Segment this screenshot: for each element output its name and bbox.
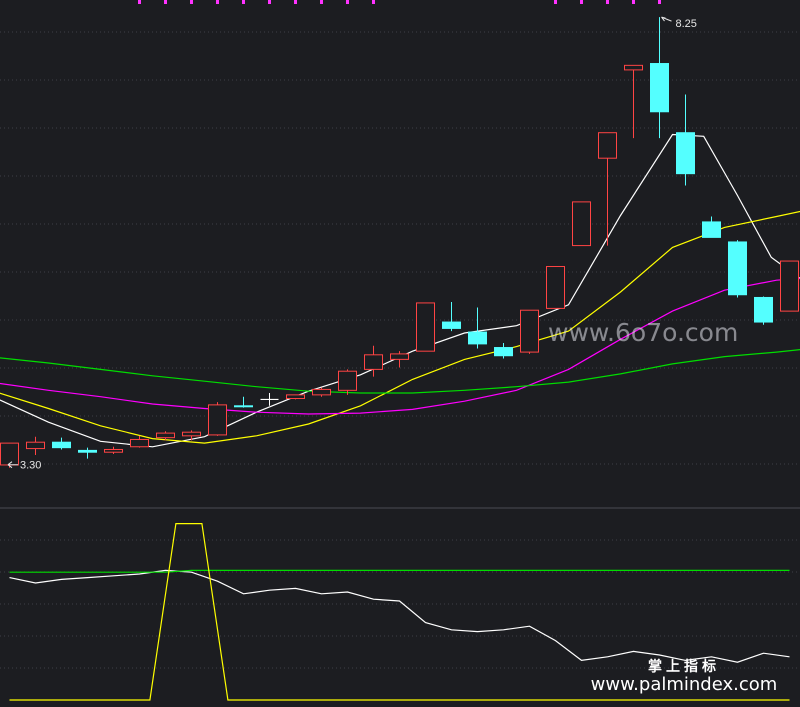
candle-body	[286, 394, 305, 400]
candle-body	[104, 448, 123, 453]
candle	[572, 201, 591, 247]
candle	[416, 302, 435, 352]
candle-body	[182, 431, 201, 437]
candle-body	[338, 370, 357, 391]
high-price-label: 8.25	[676, 18, 697, 30]
candle	[520, 309, 539, 354]
candle	[286, 394, 305, 400]
candle-body	[598, 132, 617, 159]
candle-body	[520, 309, 539, 353]
candle	[780, 260, 799, 312]
candle	[208, 402, 227, 436]
candle-body	[208, 404, 227, 436]
candle-body	[78, 449, 97, 453]
top-tick-mark	[268, 0, 271, 4]
stock-chart: 8.25 3.30 www.6o7o.com 掌上指标 www.palminde…	[0, 0, 800, 707]
candle-body	[364, 354, 383, 370]
watermark-text: www.6o7o.com	[548, 318, 738, 347]
candle	[754, 296, 773, 325]
top-tick-mark	[164, 0, 167, 4]
top-tick-mark	[346, 0, 349, 4]
candle-body	[546, 266, 565, 309]
candle-body	[728, 241, 747, 296]
candle-body	[650, 63, 669, 113]
candle-body	[624, 64, 643, 71]
top-tick-mark	[190, 0, 193, 4]
top-tick-mark	[138, 0, 141, 4]
candle-body	[26, 441, 45, 450]
top-tick-mark	[632, 0, 635, 4]
candle-body	[494, 347, 513, 357]
candle	[546, 266, 565, 309]
top-tick-mark	[606, 0, 609, 4]
top-tick-mark	[320, 0, 323, 4]
candle-body	[468, 331, 487, 345]
candle-body	[416, 302, 435, 352]
top-tick-mark	[658, 0, 661, 4]
candle	[312, 387, 331, 397]
candle-body	[234, 405, 253, 408]
candle-body	[676, 132, 695, 175]
top-tick-mark	[294, 0, 297, 4]
candle-body	[754, 296, 773, 323]
candle	[728, 240, 747, 298]
candle-body	[572, 201, 591, 247]
top-tick-mark	[554, 0, 557, 4]
candle-body	[390, 353, 409, 360]
candle-body	[0, 442, 19, 466]
candle-body	[702, 221, 721, 238]
candle-body	[442, 321, 461, 329]
candle-body	[130, 438, 149, 448]
footer-brand-cn: 掌上指标	[648, 658, 720, 675]
candle-body	[780, 260, 799, 312]
top-tick-mark	[242, 0, 245, 4]
footer-url: www.palmindex.com	[591, 674, 778, 695]
top-tick-mark	[216, 0, 219, 4]
candle-body	[52, 441, 71, 449]
candle-body	[156, 432, 175, 439]
top-tick-mark	[372, 0, 375, 4]
candle-body	[312, 388, 331, 396]
top-tick-mark	[580, 0, 583, 4]
low-price-label: 3.30	[20, 460, 41, 472]
